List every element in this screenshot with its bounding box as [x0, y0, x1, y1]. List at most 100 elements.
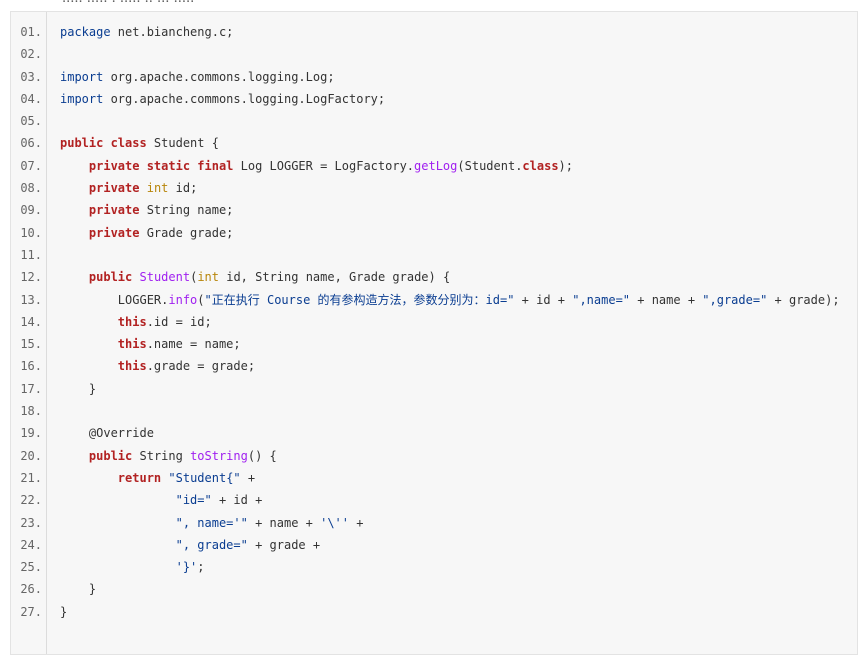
code-token-plain: .name = name;	[146, 337, 241, 352]
code-line: 20. public String toString() {	[11, 445, 857, 467]
code-token-method: toString	[190, 448, 248, 463]
line-number: 04.	[20, 91, 42, 106]
code-token-plain: org.apache.commons.logging.Log;	[103, 69, 335, 84]
code-line: 21. return "Student{" +	[11, 467, 857, 489]
code-token-type: int	[146, 181, 169, 196]
code-token-keyword: private static final	[88, 158, 234, 173]
code-token-plain: (	[197, 292, 205, 307]
code-token-method: getLog	[414, 158, 458, 173]
code-text: '}';	[60, 556, 843, 578]
code-token-plain: +	[240, 470, 256, 485]
code-token-plain: .grade = grade;	[146, 359, 256, 374]
line-number: 06.	[20, 136, 42, 151]
code-token-plain: String	[132, 448, 191, 463]
line-number: 20.	[20, 448, 42, 463]
code-token-string: "正在执行 Course 的有参构造方法，参数分别为：id="	[204, 292, 515, 307]
code-text: "id=" + id +	[60, 489, 843, 511]
code-token-string: '}'	[175, 560, 198, 575]
code-line: 11.	[11, 244, 857, 266]
code-token-keyword: private	[88, 203, 140, 218]
code-token-plain: org.apache.commons.logging.LogFactory;	[103, 91, 386, 106]
code-line: 06. public class Student {	[11, 132, 857, 154]
code-line: 03. import org.apache.commons.logging.Log…	[11, 66, 857, 88]
code-text: }	[60, 378, 843, 400]
code-text: this.name = name;	[60, 333, 843, 355]
code-text: public String toString() {	[60, 445, 843, 467]
code-token-plain: id;	[168, 181, 198, 196]
code-token-plain: ;	[197, 560, 205, 575]
code-token-keyword: private	[88, 181, 140, 196]
line-number: 08.	[20, 181, 42, 196]
code-token-string: ", name='"	[175, 515, 248, 530]
code-token-string: "id="	[175, 493, 212, 508]
code-token-import: import	[60, 69, 104, 84]
code-line: 10. private Grade grade;	[11, 222, 857, 244]
line-number: 14.	[20, 314, 42, 329]
code-token-method: info	[168, 292, 198, 307]
code-token-plain: + id +	[514, 292, 573, 307]
code-line: 15. this.name = name;	[11, 333, 857, 355]
code-line: 04. import org.apache.commons.logging.Log…	[11, 88, 857, 110]
code-token-string: '\''	[320, 515, 349, 530]
code-text: public Student(int id, String name, Grad…	[60, 266, 843, 288]
code-token-keyword: this	[117, 359, 147, 374]
code-token-keyword: public	[88, 270, 133, 285]
code-text: private String name;	[60, 199, 843, 221]
line-number: 13.	[20, 292, 42, 307]
code-token-keyword: return	[117, 470, 162, 485]
code-lines: 01. package net.biancheng.c; 02. 03. import …	[11, 21, 857, 623]
line-number: 22.	[20, 493, 42, 508]
line-number: 25.	[20, 560, 42, 575]
code-line: 14. this.id = id;	[11, 311, 857, 333]
code-token-keyword: this	[117, 314, 147, 329]
code-token-plain: + grade);	[767, 292, 840, 307]
code-token-string: "Student{"	[168, 470, 241, 485]
line-number: 21.	[20, 470, 42, 485]
code-line: 09. private String name;	[11, 199, 857, 221]
code-block: 01. package net.biancheng.c; 02. 03. import …	[10, 11, 858, 655]
code-text: ", name='" + name + '\'' +	[60, 512, 843, 534]
code-token-plain: Log LOGGER = LogFactory.	[233, 158, 415, 173]
code-text: import org.apache.commons.logging.LogFac…	[60, 88, 843, 110]
code-token-keyword: public class	[60, 136, 147, 151]
code-line: 07. private static final Log LOGGER = Lo…	[11, 155, 857, 177]
code-token-plain: (Student.	[457, 158, 523, 173]
code-line: 02.	[11, 43, 857, 65]
code-text: LOGGER.info("正在执行 Course 的有参构造方法，参数分别为：i…	[60, 289, 843, 311]
code-line: 13. LOGGER.info("正在执行 Course 的有参构造方法，参数分…	[11, 289, 857, 311]
code-token-string: package	[60, 25, 111, 39]
line-number: 26.	[20, 582, 42, 597]
code-token-plain: String name;	[139, 203, 234, 218]
code-line: 18.	[11, 400, 857, 422]
line-number: 15.	[20, 337, 42, 352]
code-text: ", grade=" + grade +	[60, 534, 843, 556]
line-number: 02.	[20, 47, 42, 62]
line-number: 09.	[20, 203, 42, 218]
code-text: return "Student{" +	[60, 467, 843, 489]
code-token-plain: + id +	[211, 493, 263, 508]
line-number: 03.	[20, 69, 42, 84]
code-line: 05.	[11, 110, 857, 132]
code-token-keyword: public	[88, 448, 133, 463]
code-token-plain: LOGGER.	[60, 292, 169, 307]
code-token-annotation: @Override	[88, 426, 154, 441]
line-number: 23.	[20, 515, 42, 530]
code-line: 19. @Override	[11, 422, 857, 444]
line-number: 24.	[20, 537, 42, 552]
code-line: 08. private int id;	[11, 177, 857, 199]
code-token-string: ", grade="	[175, 537, 248, 552]
line-number: 18.	[20, 404, 42, 419]
code-token-string: ",name="	[572, 292, 631, 307]
code-token-keyword: class	[522, 158, 559, 173]
code-token-plain: () {	[247, 448, 277, 463]
